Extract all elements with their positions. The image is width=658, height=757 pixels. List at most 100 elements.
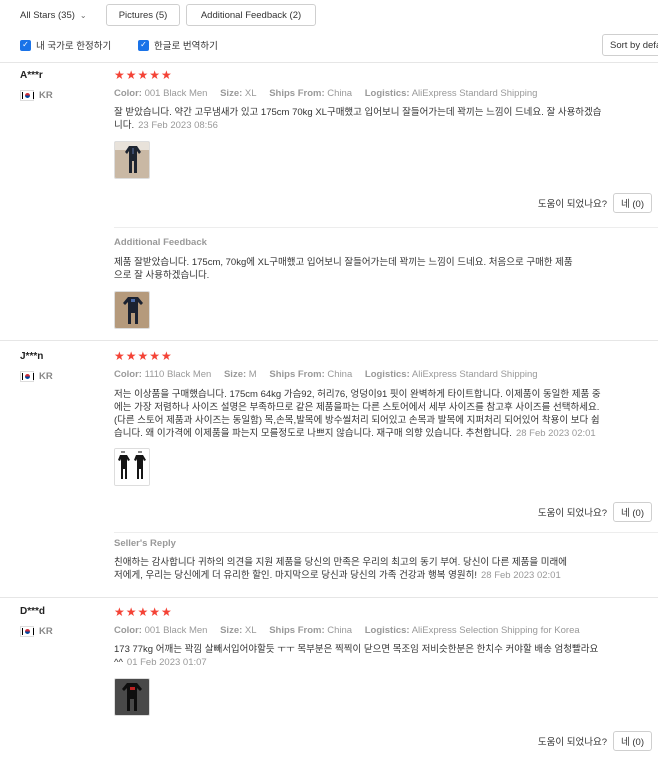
country-only-label: 내 국가로 한정하기 (36, 41, 112, 52)
helpful-yes-button[interactable]: 네 (0) (613, 731, 652, 751)
review-filters: All Stars (35) ⌄ Pictures (5) Additional… (0, 0, 658, 62)
size-value: M (248, 369, 257, 380)
review-text: 잘 받았습니다. 약간 고무냄새가 있고 175cm 70kg XL구매했고 입… (114, 106, 652, 132)
wetsuit-image-icon (115, 142, 149, 178)
section-divider (114, 227, 658, 228)
seller-reply-line: 저에게, 우리는 당신에게 더 유리한 할인. 마지막으로 당신과 당신의 가족… (114, 570, 561, 581)
color-label: Color: (114, 369, 142, 380)
review-text-line: 잘 받았습니다. 약간 고무냄새가 있고 175cm 70kg XL구매했고 입… (114, 107, 602, 118)
checkmark-icon: ✓ (20, 39, 31, 51)
review-date: 23 Feb 2023 08:56 (138, 120, 218, 131)
ships-from-value: China (327, 625, 353, 636)
logistics-value: AliExpress Standard Shipping (411, 88, 538, 99)
additional-feedback-line: 제품 잘받았습니다. 175cm, 70kg에 XL구매했고 입어보니 잘들어가… (114, 257, 573, 268)
korea-flag-icon (20, 90, 34, 101)
sort-dropdown[interactable]: Sort by default (602, 34, 658, 56)
country-code: KR (39, 626, 53, 637)
seller-reply-date: 28 Feb 2023 02:01 (480, 570, 561, 581)
additional-feedback-label: Additional Feedback (114, 237, 207, 248)
size-value: XL (244, 625, 257, 636)
review-photo-thumbnail[interactable] (114, 678, 150, 716)
pictures-filter-button[interactable]: Pictures (5) (106, 4, 180, 26)
ships-from-value: China (327, 369, 353, 380)
helpful-vote: 도움이 되었나요? 네 (0) (538, 731, 652, 751)
korea-flag-icon (20, 371, 34, 382)
review-date: 28 Feb 2023 02:01 (515, 428, 596, 439)
size-value: XL (244, 88, 257, 99)
country-only-checkbox[interactable]: ✓ 내 국가로 한정하기 (20, 38, 111, 52)
translate-label: 한글로 번역하기 (154, 41, 218, 52)
seller-reply-line: 친애하는 감사합니다 귀하의 의견을 지원 제품을 당신의 만족은 우리의 최고… (114, 557, 568, 568)
review-photo-thumbnail[interactable] (114, 141, 150, 179)
additional-feedback-text: 제품 잘받았습니다. 175cm, 70kg에 XL구매했고 입어보니 잘들어가… (114, 256, 652, 282)
reviewer-name: D***d (20, 606, 46, 617)
reviewer-country: KR (20, 90, 53, 101)
review-text-line: 니다. 23 Feb 2023 08:56 (114, 120, 218, 131)
size-label: Size: (223, 369, 247, 380)
review-text-line: 173 77kg 어깨는 꽉낌 살빼서입어야할듯 ㅜㅜ 목부분은 찍찍이 닫으면… (114, 644, 599, 655)
logistics-value: AliExpress Standard Shipping (411, 369, 538, 380)
korea-flag-icon (20, 626, 34, 637)
stars-filter-dropdown[interactable]: All Stars (35) ⌄ (20, 10, 87, 21)
product-attributes: Color: 001 Black Men Size: XL Ships From… (114, 625, 580, 636)
review-text: 저는 이상품을 구매했습니다. 175cm 64kg 가슴92, 허리76, 엉… (114, 388, 652, 440)
size-label: Size: (220, 88, 243, 99)
checkmark-icon: ✓ (138, 39, 149, 51)
country-code: KR (39, 371, 53, 382)
chevron-down-icon: ⌄ (79, 11, 87, 20)
review-text-line: (다른 스토어 제품과 사이즈는 동일함) 목,손목,발목에 방수씰처리 되어있… (114, 415, 600, 426)
review-text-line: ^^ 01 Feb 2023 01:07 (114, 657, 207, 668)
ships-from-label: Ships From: (269, 88, 325, 99)
divider (0, 340, 658, 341)
stars-filter-label: All Stars (35) (20, 10, 75, 21)
review-text-line: 습니다. 왜 이가격에 이제품을 파는지 모를정도로 나쁘지 않습니다. 재구매… (114, 428, 596, 439)
logistics-label: Logistics: (364, 625, 410, 636)
logistics-label: Logistics: (364, 369, 410, 380)
additional-feedback-filter-button[interactable]: Additional Feedback (2) (186, 4, 316, 26)
country-code: KR (39, 90, 53, 101)
wetsuit-image-icon (115, 449, 149, 485)
divider (0, 597, 658, 598)
color-value: 001 Black Men (144, 88, 208, 99)
color-value: 001 Black Men (144, 625, 208, 636)
wetsuit-image-icon (115, 292, 149, 328)
reviewer-country: KR (20, 371, 53, 382)
helpful-question: 도움이 되었나요? (537, 199, 607, 210)
star-rating: ★★★★★ (114, 605, 173, 619)
seller-reply-text: 친애하는 감사합니다 귀하의 의견을 지원 제품을 당신의 만족은 우리의 최고… (114, 556, 652, 582)
star-rating: ★★★★★ (114, 349, 173, 363)
color-value: 1110 Black Men (144, 369, 212, 380)
product-attributes: Color: 001 Black Men Size: XL Ships From… (114, 88, 537, 99)
star-rating: ★★★★★ (114, 68, 173, 82)
divider (0, 62, 658, 63)
helpful-question: 도움이 되었나요? (537, 508, 607, 519)
ships-from-value: China (327, 88, 353, 99)
review-text-line: 에는 가장 저렴하나 사이즈 설명은 부족하므로 같은 제품을파는 다른 스토어… (114, 402, 600, 413)
wetsuit-image-icon (115, 679, 149, 715)
seller-reply-label: Seller's Reply (114, 538, 176, 549)
review-text: 173 77kg 어깨는 꽉낌 살빼서입어야할듯 ㅜㅜ 목부분은 찍찍이 닫으면… (114, 643, 652, 669)
review-text-line: 저는 이상품을 구매했습니다. 175cm 64kg 가슴92, 허리76, 엉… (114, 389, 601, 400)
translate-checkbox[interactable]: ✓ 한글로 번역하기 (138, 38, 218, 52)
ships-from-label: Ships From: (269, 369, 325, 380)
review-photo-thumbnail[interactable] (114, 448, 150, 486)
reviewer-name: A***r (20, 70, 43, 81)
helpful-yes-button[interactable]: 네 (0) (613, 193, 652, 213)
ships-from-label: Ships From: (269, 625, 325, 636)
logistics-value: AliExpress Selection Shipping for Korea (411, 625, 580, 636)
helpful-question: 도움이 되었나요? (537, 737, 607, 748)
reviewer-country: KR (20, 626, 53, 637)
logistics-label: Logistics: (364, 88, 410, 99)
additional-feedback-line: 으로 잘 사용하겠습니다. (114, 270, 210, 281)
reviews-panel: All Stars (35) ⌄ Pictures (5) Additional… (0, 0, 658, 757)
additional-photo-thumbnail[interactable] (114, 291, 150, 329)
section-divider (114, 532, 658, 533)
helpful-vote: 도움이 되었나요? 네 (0) (538, 502, 652, 522)
helpful-vote: 도움이 되었나요? 네 (0) (538, 193, 652, 213)
review-date: 01 Feb 2023 01:07 (126, 657, 207, 668)
color-label: Color: (114, 88, 142, 99)
reviewer-name: J***n (20, 351, 44, 362)
size-label: Size: (220, 625, 243, 636)
product-attributes: Color: 1110 Black Men Size: M Ships From… (114, 369, 538, 380)
helpful-yes-button[interactable]: 네 (0) (613, 502, 652, 522)
